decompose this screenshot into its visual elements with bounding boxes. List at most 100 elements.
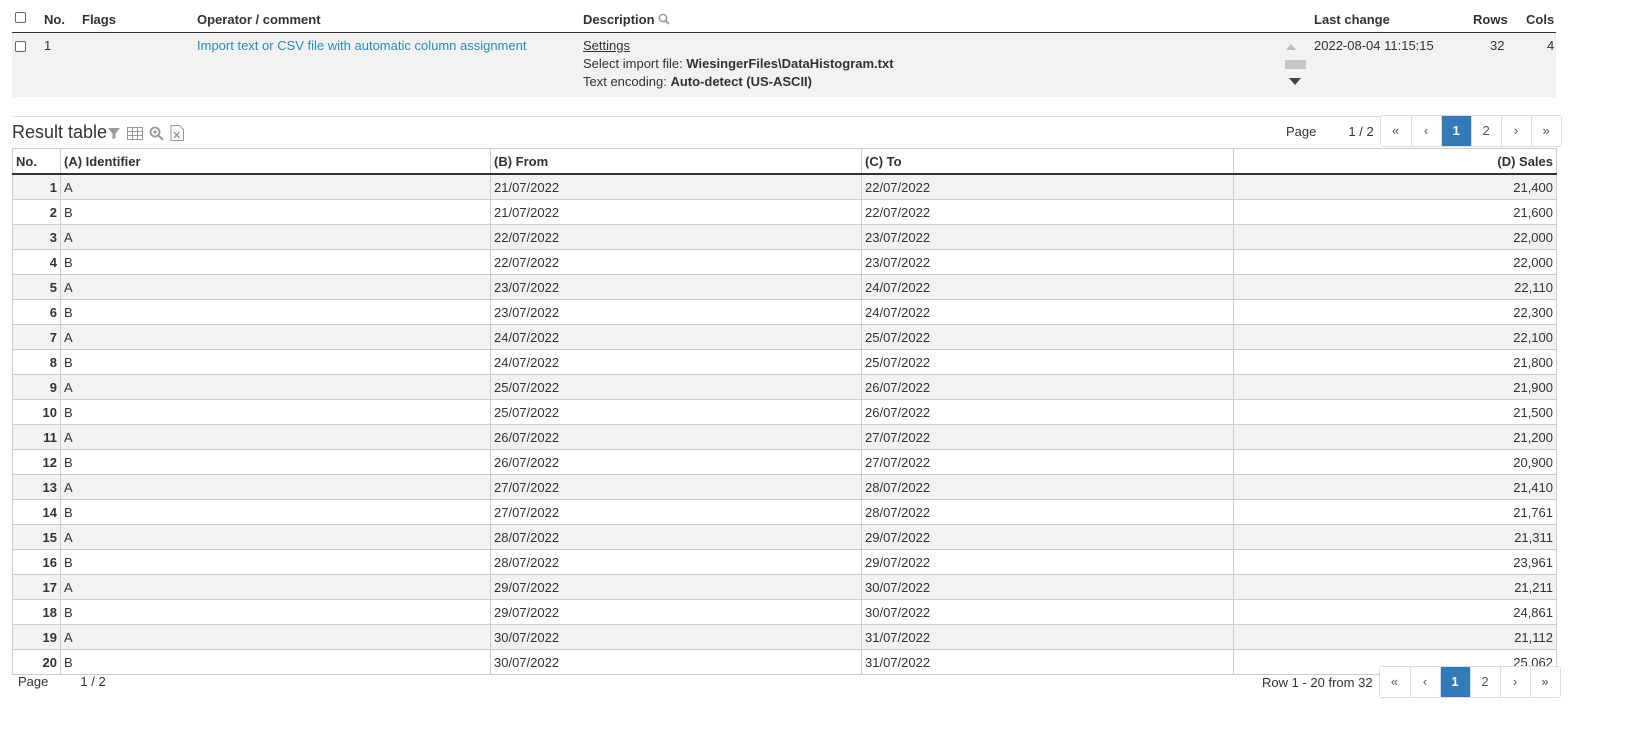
col-header-no[interactable]: No.: [12, 148, 61, 175]
cell-from: 28/07/2022: [490, 549, 862, 575]
cell-to: 29/07/2022: [861, 549, 1234, 575]
header-description-label: Description: [583, 12, 655, 27]
page-2-button[interactable]: 2: [1469, 667, 1500, 697]
cell-sales: 21,900: [1233, 374, 1557, 400]
next-page-button[interactable]: ›: [1499, 667, 1530, 697]
result-table-tools: [107, 125, 184, 141]
table-row[interactable]: 9 A 25/07/2022 26/07/2022 21,900: [12, 374, 1557, 400]
prev-page-button[interactable]: ‹: [1410, 116, 1441, 146]
filter-icon[interactable]: [107, 126, 121, 140]
cell-from: 21/07/2022: [490, 173, 862, 200]
page-1-button[interactable]: 1: [1440, 116, 1471, 146]
cell-sales: 21,400: [1233, 173, 1557, 200]
cell-identifier: A: [60, 173, 491, 200]
last-page-button[interactable]: »: [1529, 667, 1560, 697]
cell-no: 17: [12, 574, 61, 600]
first-page-button[interactable]: «: [1379, 667, 1410, 697]
result-table: No. (A) Identifier (B) From (C) To (D) S…: [12, 148, 1557, 675]
cell-from: 28/07/2022: [490, 524, 862, 550]
excel-icon[interactable]: [170, 125, 184, 141]
cell-identifier: B: [60, 249, 491, 275]
cell-from: 25/07/2022: [490, 399, 862, 425]
prev-page-button[interactable]: ‹: [1409, 667, 1440, 697]
table-row[interactable]: 19 A 30/07/2022 31/07/2022 21,112: [12, 624, 1557, 650]
table-row[interactable]: 6 B 23/07/2022 24/07/2022 22,300: [12, 299, 1557, 325]
last-change-value: 2022-08-04 11:15:15: [1314, 38, 1434, 53]
cell-identifier: A: [60, 624, 491, 650]
cell-sales: 22,000: [1233, 249, 1557, 275]
cell-identifier: B: [60, 649, 491, 675]
cell-to: 28/07/2022: [861, 499, 1234, 525]
scroll-thumb[interactable]: [1285, 60, 1306, 69]
operator-no: 1: [44, 38, 52, 53]
table-row[interactable]: 16 B 28/07/2022 29/07/2022 23,961: [12, 549, 1557, 575]
cell-from: 29/07/2022: [490, 574, 862, 600]
table-row[interactable]: 13 A 27/07/2022 28/07/2022 21,410: [12, 474, 1557, 500]
cell-no: 5: [12, 274, 61, 300]
cell-identifier: B: [60, 599, 491, 625]
table-row[interactable]: 5 A 23/07/2022 24/07/2022 22,110: [12, 274, 1557, 300]
table-row[interactable]: 8 B 24/07/2022 25/07/2022 21,800: [12, 349, 1557, 375]
operator-row[interactable]: 1 Import text or CSV file with automatic…: [12, 33, 1556, 97]
cell-sales: 24,861: [1233, 599, 1557, 625]
table-row[interactable]: 15 A 28/07/2022 29/07/2022 21,311: [12, 524, 1557, 550]
operator-link[interactable]: Import text or CSV file with automatic c…: [197, 38, 526, 53]
cell-sales: 21,761: [1233, 499, 1557, 525]
table-row[interactable]: 11 A 26/07/2022 27/07/2022 21,200: [12, 424, 1557, 450]
table-row[interactable]: 18 B 29/07/2022 30/07/2022 24,861: [12, 599, 1557, 625]
cell-to: 29/07/2022: [861, 524, 1234, 550]
cell-to: 24/07/2022: [861, 299, 1234, 325]
cell-to: 28/07/2022: [861, 474, 1234, 500]
cols-value: 4: [1547, 38, 1555, 53]
cell-no: 12: [12, 449, 61, 475]
cell-sales: 21,200: [1233, 424, 1557, 450]
first-page-button[interactable]: «: [1380, 116, 1411, 146]
cell-to: 27/07/2022: [861, 449, 1234, 475]
cell-identifier: A: [60, 474, 491, 500]
cell-to: 22/07/2022: [861, 173, 1234, 200]
cell-no: 19: [12, 624, 61, 650]
col-header-sales[interactable]: (D) Sales: [1233, 148, 1557, 175]
scroll-down-arrow[interactable]: [1289, 78, 1301, 85]
pager-top-label: Page: [1286, 123, 1317, 139]
cell-from: 26/07/2022: [490, 449, 862, 475]
cell-from: 23/07/2022: [490, 274, 862, 300]
cell-identifier: B: [60, 399, 491, 425]
col-header-from[interactable]: (B) From: [490, 148, 862, 175]
header-rows: Rows: [1473, 12, 1508, 27]
table-row[interactable]: 17 A 29/07/2022 30/07/2022 21,211: [12, 574, 1557, 600]
col-header-to[interactable]: (C) To: [861, 148, 1234, 175]
cell-identifier: A: [60, 324, 491, 350]
table-row[interactable]: 4 B 22/07/2022 23/07/2022 22,000: [12, 249, 1557, 275]
table-icon[interactable]: [127, 126, 143, 140]
select-all-checkbox[interactable]: [15, 12, 26, 23]
last-page-button[interactable]: »: [1530, 116, 1561, 146]
scroll-up-arrow[interactable]: [1286, 44, 1296, 50]
table-row[interactable]: 1 A 21/07/2022 22/07/2022 21,400: [12, 173, 1557, 200]
cell-identifier: A: [60, 224, 491, 250]
cell-no: 4: [12, 249, 61, 275]
table-row[interactable]: 3 A 22/07/2022 23/07/2022 22,000: [12, 224, 1557, 250]
cell-to: 27/07/2022: [861, 424, 1234, 450]
zoom-icon[interactable]: [658, 13, 670, 25]
result-table-header: No. (A) Identifier (B) From (C) To (D) S…: [12, 148, 1557, 175]
cell-identifier: B: [60, 499, 491, 525]
page-2-button[interactable]: 2: [1470, 116, 1501, 146]
next-page-button[interactable]: ›: [1500, 116, 1531, 146]
cell-to: 23/07/2022: [861, 249, 1234, 275]
page-1-button[interactable]: 1: [1439, 667, 1470, 697]
table-row[interactable]: 2 B 21/07/2022 22/07/2022 21,600: [12, 199, 1557, 225]
table-row[interactable]: 14 B 27/07/2022 28/07/2022 21,761: [12, 499, 1557, 525]
pager-top-value: 1 / 2: [1348, 123, 1374, 139]
col-header-identifier[interactable]: (A) Identifier: [60, 148, 491, 175]
table-row[interactable]: 10 B 25/07/2022 26/07/2022 21,500: [12, 399, 1557, 425]
cell-no: 14: [12, 499, 61, 525]
cell-no: 15: [12, 524, 61, 550]
table-row[interactable]: 7 A 24/07/2022 25/07/2022 22,100: [12, 324, 1557, 350]
rows-value: 32: [1490, 38, 1505, 53]
table-row[interactable]: 12 B 26/07/2022 27/07/2022 20,900: [12, 449, 1557, 475]
settings-link[interactable]: Settings: [583, 38, 630, 53]
zoom-icon[interactable]: [149, 126, 164, 141]
row-checkbox[interactable]: [15, 41, 26, 52]
cell-identifier: A: [60, 524, 491, 550]
